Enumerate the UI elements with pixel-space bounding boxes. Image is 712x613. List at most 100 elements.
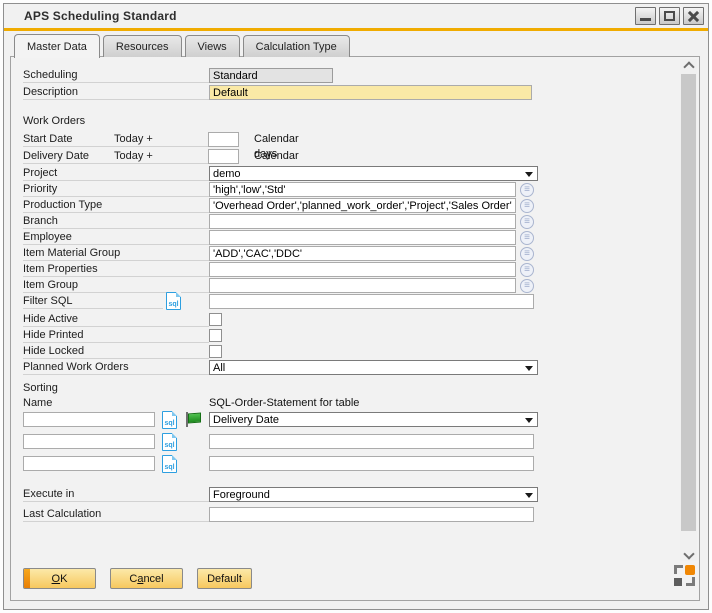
cancel-button[interactable]: Cancel — [110, 568, 183, 589]
selection-list-icon[interactable] — [520, 247, 534, 261]
master-data-panel: Scheduling Standard Description Default … — [10, 56, 700, 601]
tab-calculation-type[interactable]: Calculation Type — [243, 35, 350, 57]
description-label: Description — [23, 85, 209, 100]
item-material-group-input[interactable]: 'ADD','CAC','DDC' — [209, 246, 516, 261]
chevron-down-icon — [525, 366, 533, 371]
sort-name-input-2[interactable] — [23, 434, 155, 449]
scrollbar-thumb[interactable] — [681, 74, 696, 531]
description-input[interactable]: Default — [209, 85, 532, 100]
employee-input[interactable] — [209, 230, 516, 245]
sql-editor-icon[interactable]: sql — [162, 455, 177, 473]
chevron-down-icon — [525, 172, 533, 177]
title-bar[interactable]: APS Scheduling Standard — [4, 4, 708, 28]
work-orders-section-label: Work Orders — [23, 115, 85, 127]
project-dropdown[interactable]: demo — [209, 166, 538, 181]
filter-sql-label: Filter SQL — [23, 294, 163, 309]
ok-label-accel: O — [52, 573, 61, 585]
close-icon[interactable] — [683, 7, 704, 25]
sorting-section-label: Sorting — [23, 382, 58, 394]
item-group-input[interactable] — [209, 278, 516, 293]
window-controls — [635, 7, 704, 25]
hide-printed-label: Hide Printed — [23, 328, 209, 343]
planned-work-orders-dropdown[interactable]: All — [209, 360, 538, 375]
tab-master-data[interactable]: Master Data — [14, 34, 100, 58]
chevron-down-icon — [525, 418, 533, 423]
start-date-label: Start Date Today + — [23, 132, 209, 147]
item-group-label: Item Group — [23, 278, 209, 293]
sql-icon-text: sql — [163, 464, 176, 472]
tab-bar: Master Data Resources Views Calculation … — [14, 35, 350, 57]
item-properties-input[interactable] — [209, 262, 516, 277]
scroll-down-icon[interactable] — [680, 548, 697, 561]
selection-list-icon[interactable] — [520, 183, 534, 197]
ok-button[interactable]: OK — [23, 568, 96, 589]
execute-in-label: Execute in — [23, 487, 209, 502]
sort-statement-input-2[interactable] — [209, 434, 534, 449]
planned-work-orders-label: Planned Work Orders — [23, 360, 209, 375]
minimize-icon[interactable] — [635, 7, 656, 25]
start-date-label-text: Start Date — [23, 133, 73, 145]
scroll-up-icon[interactable] — [680, 59, 697, 72]
delivery-date-prefix: Today + — [114, 149, 153, 164]
scheduling-label: Scheduling — [23, 68, 209, 83]
start-date-input[interactable] — [208, 132, 239, 147]
delivery-date-label-text: Delivery Date — [23, 150, 89, 162]
selection-list-icon[interactable] — [520, 263, 534, 277]
sql-editor-icon[interactable]: sql — [166, 292, 181, 310]
green-flag-icon[interactable] — [184, 412, 201, 427]
selection-list-icon[interactable] — [520, 215, 534, 229]
selection-list-icon[interactable] — [520, 199, 534, 213]
grip-corner-dark — [674, 578, 682, 586]
last-calculation-label: Last Calculation — [23, 507, 209, 522]
item-material-group-label: Item Material Group — [23, 246, 209, 261]
start-date-prefix: Today + — [114, 132, 153, 147]
default-button[interactable]: Default — [197, 568, 252, 589]
grip-corner-orange — [685, 565, 695, 575]
sort-statement-dropdown-1[interactable]: Delivery Date — [209, 412, 538, 427]
execute-in-value: Foreground — [213, 489, 270, 501]
filter-sql-input[interactable] — [209, 294, 534, 309]
hide-printed-checkbox[interactable] — [209, 329, 222, 342]
sql-editor-icon[interactable]: sql — [162, 433, 177, 451]
sorting-name-label: Name — [23, 396, 209, 411]
grip-corner — [674, 565, 683, 574]
app-screen: APS Scheduling Standard Master Data Reso… — [0, 0, 712, 613]
execute-in-dropdown[interactable]: Foreground — [209, 487, 538, 502]
sort-statement-input-3[interactable] — [209, 456, 534, 471]
hide-locked-label: Hide Locked — [23, 344, 209, 359]
hide-active-label: Hide Active — [23, 312, 209, 327]
tab-resources[interactable]: Resources — [103, 35, 182, 57]
sort-name-input-3[interactable] — [23, 456, 155, 471]
hide-active-checkbox[interactable] — [209, 313, 222, 326]
sql-icon-text: sql — [167, 301, 180, 309]
sql-icon-text: sql — [163, 442, 176, 450]
ok-label-post: K — [60, 573, 67, 585]
aps-scheduling-window: APS Scheduling Standard Master Data Reso… — [3, 3, 709, 610]
sort-name-input-1[interactable] — [23, 412, 155, 427]
priority-label: Priority — [23, 182, 209, 197]
scheduling-field: Standard — [209, 68, 333, 83]
sql-icon-text: sql — [163, 420, 176, 428]
branch-input[interactable] — [209, 214, 516, 229]
priority-input[interactable]: 'high','low','Std' — [209, 182, 516, 197]
resize-grip-icon[interactable] — [674, 565, 695, 586]
sort-statement-value-1: Delivery Date — [213, 414, 279, 426]
tab-views[interactable]: Views — [185, 35, 240, 57]
item-properties-label: Item Properties — [23, 262, 209, 277]
chevron-down-icon — [525, 493, 533, 498]
hide-locked-checkbox[interactable] — [209, 345, 222, 358]
delivery-date-input[interactable] — [208, 149, 239, 164]
selection-list-icon[interactable] — [520, 279, 534, 293]
vertical-scrollbar[interactable] — [680, 59, 697, 561]
planned-work-orders-value: All — [213, 362, 225, 374]
production-type-input[interactable]: 'Overhead Order','planned_work_order','P… — [209, 198, 516, 213]
delivery-date-label: Delivery Date Today + — [23, 149, 209, 164]
accent-line — [4, 28, 708, 31]
selection-list-icon[interactable] — [520, 231, 534, 245]
sql-editor-icon[interactable]: sql — [162, 411, 177, 429]
grip-corner — [686, 577, 695, 586]
maximize-icon[interactable] — [659, 7, 680, 25]
branch-label: Branch — [23, 214, 209, 229]
last-calculation-input[interactable] — [209, 507, 534, 522]
project-label: Project — [23, 166, 209, 181]
